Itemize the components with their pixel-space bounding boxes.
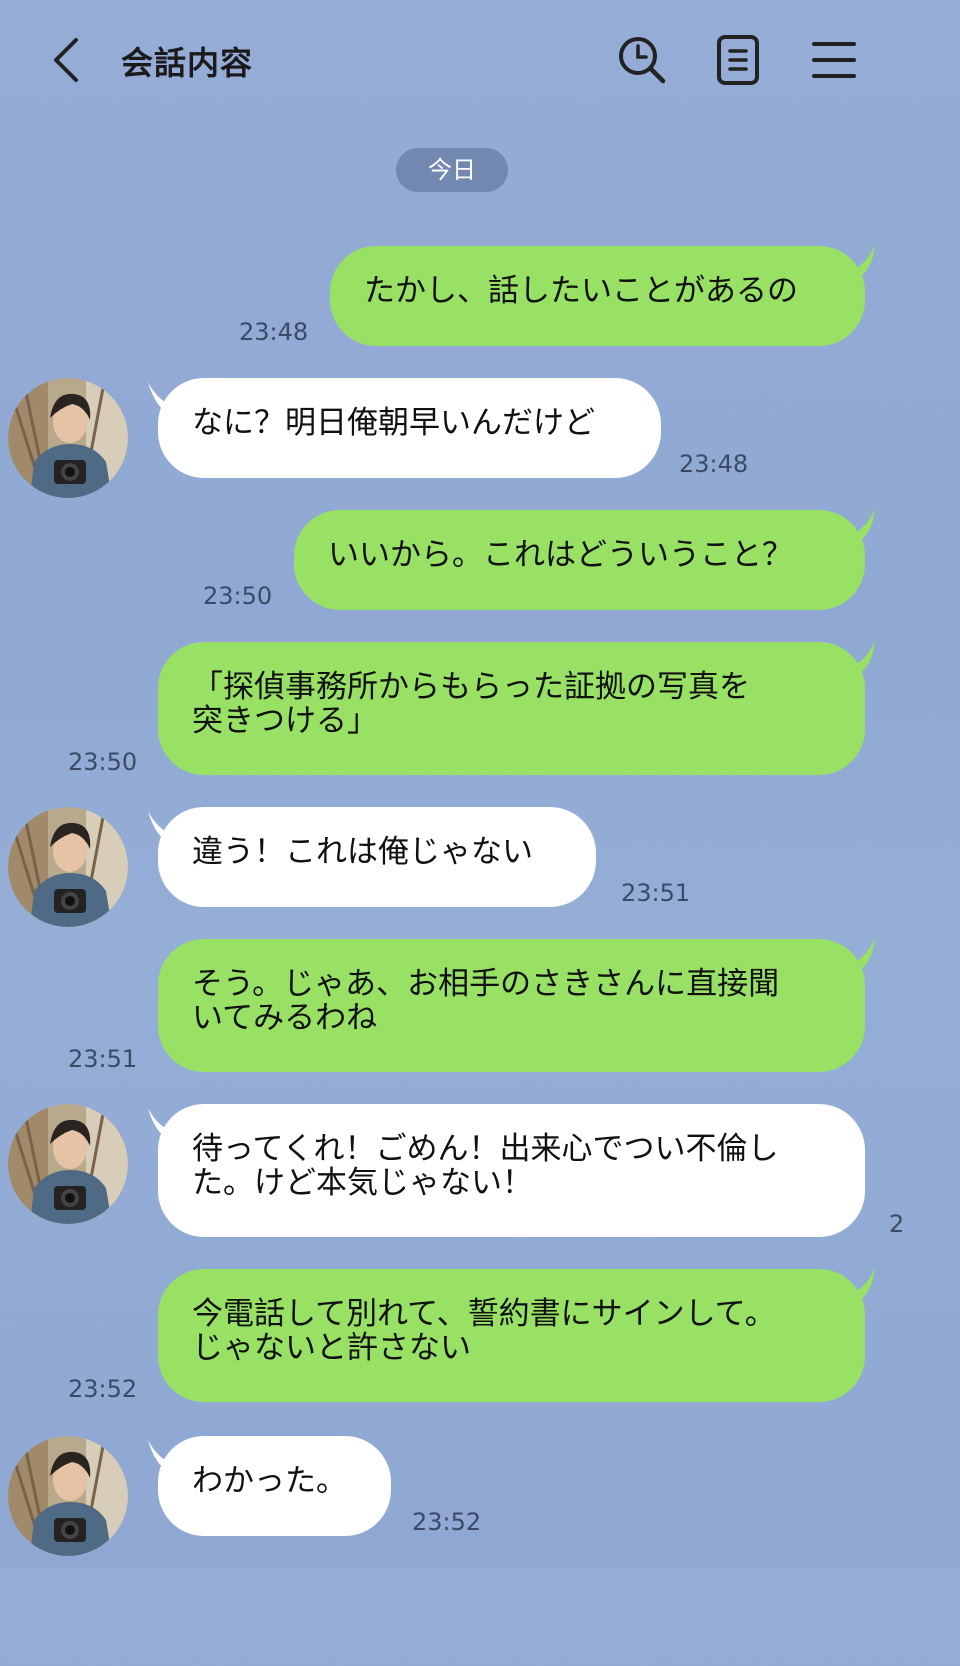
sent-message-bubble[interactable]: 「探偵事務所からもらった証拠の写真を 突きつける」	[158, 642, 865, 775]
bubble-tail	[845, 508, 875, 542]
bubble-tail	[148, 1440, 180, 1472]
message-timestamp: 23:52	[412, 1508, 482, 1536]
sent-message-bubble[interactable]: 今電話して別れて、誓約書にサインして。 じゃないと許さない	[158, 1269, 865, 1402]
bubble-tail	[845, 1267, 875, 1301]
message-text: 今電話して別れて、誓約書にサインして。	[192, 1296, 776, 1332]
message-timestamp: 23:50	[68, 748, 138, 776]
message-timestamp: 23:48	[679, 450, 749, 478]
bubble-tail	[845, 640, 875, 674]
received-message-bubble[interactable]: 待ってくれ！ごめん！出来心でつい不倫し た。けど本気じゃない！	[158, 1104, 865, 1237]
message-timestamp: 23:51	[68, 1045, 138, 1073]
message-text: そう。じゃあ、お相手のさきさんに直接聞	[192, 966, 780, 1002]
message-text: 違う！これは俺じゃない	[192, 834, 533, 870]
message-text: いいから。これはどういうこと？	[328, 537, 793, 573]
message-timestamp: 23:51	[621, 879, 691, 907]
bubble-tail	[148, 382, 180, 414]
menu-button[interactable]	[808, 34, 860, 86]
received-message-bubble[interactable]: わかった。	[158, 1436, 391, 1536]
chat-title: 会話内容	[121, 44, 254, 82]
sent-message-bubble[interactable]: たかし、話したいことがあるの	[330, 246, 865, 346]
sent-message-bubble[interactable]: いいから。これはどういうこと？	[294, 510, 865, 610]
received-message-bubble[interactable]: なに？明日俺朝早いんだけど	[158, 378, 661, 478]
contact-avatar[interactable]	[8, 807, 128, 927]
notes-icon	[717, 35, 759, 85]
notes-button[interactable]	[712, 34, 764, 86]
chat-header: 会話内容	[0, 0, 904, 118]
message-text: 突きつける」	[192, 703, 378, 739]
contact-avatar[interactable]	[8, 1104, 128, 1224]
date-separator: 今日	[396, 148, 508, 192]
message-text: た。けど本気じゃない！	[192, 1165, 533, 1201]
search-button[interactable]	[616, 34, 668, 86]
contact-avatar[interactable]	[8, 378, 128, 498]
sent-message-bubble[interactable]: そう。じゃあ、お相手のさきさんに直接聞 いてみるわね	[158, 939, 865, 1072]
bubble-tail	[148, 811, 180, 843]
message-timestamp: 23:52	[68, 1375, 138, 1403]
message-text: なに？明日俺朝早いんだけど	[192, 405, 595, 441]
bubble-tail	[148, 1108, 180, 1140]
message-timestamp: 23:48	[239, 318, 309, 346]
message-text: 待ってくれ！ごめん！出来心でつい不倫し	[192, 1131, 779, 1167]
message-text: いてみるわね	[192, 1000, 378, 1036]
message-text: わかった。	[192, 1463, 347, 1499]
message-text: たかし、話したいことがあるの	[364, 273, 798, 309]
message-text: 「探偵事務所からもらった証拠の写真を	[192, 669, 750, 705]
message-text: じゃないと許さない	[192, 1330, 471, 1366]
received-message-bubble[interactable]: 違う！これは俺じゃない	[158, 807, 596, 907]
bubble-tail	[845, 937, 875, 971]
contact-avatar[interactable]	[8, 1436, 128, 1556]
bubble-tail	[845, 244, 875, 278]
menu-icon	[812, 42, 856, 78]
message-timestamp: 2	[889, 1210, 905, 1238]
search-icon	[619, 37, 666, 84]
back-arrow-icon	[54, 38, 78, 82]
back-button[interactable]	[46, 36, 86, 84]
message-timestamp: 23:50	[203, 582, 273, 610]
